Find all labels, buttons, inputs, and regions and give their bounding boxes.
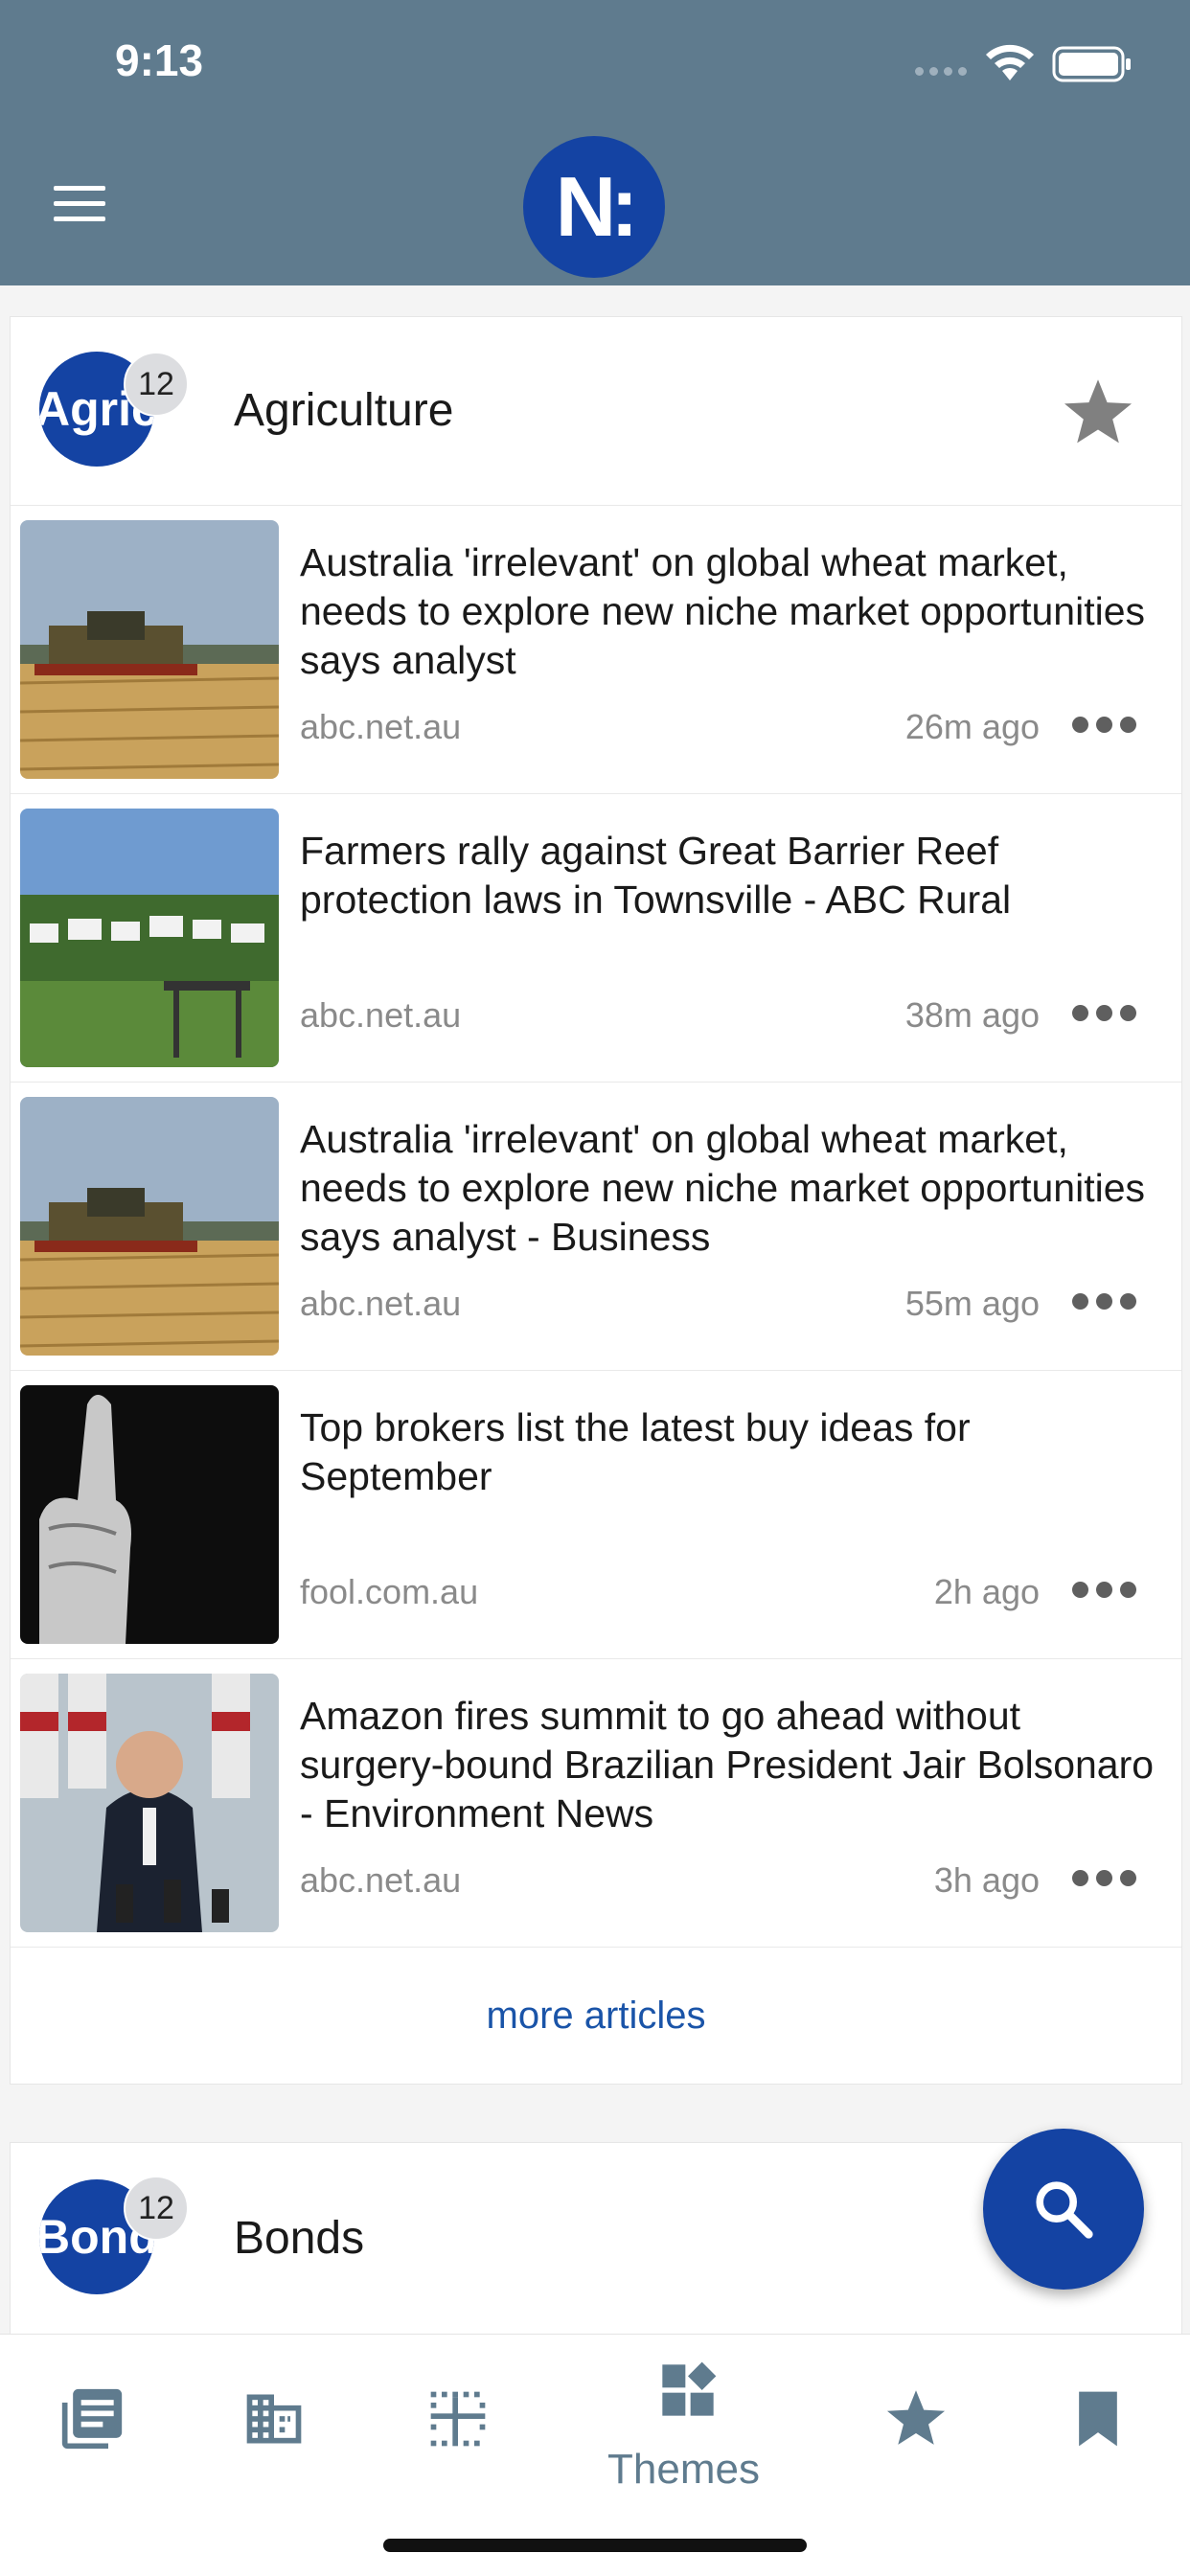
themes-icon[interactable] <box>657 2359 719 2421</box>
article-thumbnail <box>20 520 279 779</box>
more-options-icon[interactable] <box>1072 1005 1136 1021</box>
more-articles-link[interactable]: more articles <box>11 1948 1181 2084</box>
article-time: 2h ago <box>933 1572 1040 1611</box>
article-source: abc.net.au <box>300 707 462 746</box>
tab-themes-label[interactable]: Themes <box>607 2446 760 2494</box>
article-source: abc.net.au <box>300 1284 462 1323</box>
app-logo: N: <box>523 136 665 278</box>
article-source: fool.com.au <box>300 1572 479 1611</box>
more-options-icon[interactable] <box>1072 717 1136 733</box>
category-card-agriculture: Agriculture 12 Agriculture Australia 'ir… <box>10 316 1182 2085</box>
article-source: abc.net.au <box>300 995 462 1035</box>
home-indicator <box>383 2539 807 2552</box>
menu-icon[interactable] <box>54 186 105 224</box>
more-options-icon[interactable] <box>1072 1870 1136 1886</box>
category-title: Agriculture <box>234 385 454 436</box>
article-row[interactable]: Top brokers list the latest buy ideas fo… <box>11 1371 1181 1659</box>
more-options-icon[interactable] <box>1072 1293 1136 1310</box>
article-time: 38m ago <box>904 995 1040 1035</box>
more-options-icon[interactable] <box>1072 1582 1136 1598</box>
logo-text: N: <box>555 159 639 254</box>
article-row[interactable]: Amazon fires summit to go ahead without … <box>11 1659 1181 1948</box>
article-headline: Australia 'irrelevant' on global wheat m… <box>300 540 1146 682</box>
article-time: 55m ago <box>904 1284 1040 1323</box>
article-headline: Farmers rally against Great Barrier Reef… <box>300 829 1012 922</box>
article-source: abc.net.au <box>300 1860 462 1900</box>
companies-icon[interactable] <box>241 2386 307 2451</box>
article-row[interactable]: Australia 'irrelevant' on global wheat m… <box>11 506 1181 794</box>
unread-count-badge: 12 <box>124 2176 189 2241</box>
article-time: 3h ago <box>933 1860 1040 1900</box>
news-feed-icon[interactable] <box>59 2386 125 2451</box>
article-thumbnail <box>20 1097 279 1356</box>
category-title: Bonds <box>234 2213 365 2264</box>
article-headline: Australia 'irrelevant' on global wheat m… <box>300 1117 1146 1259</box>
bookmark-icon[interactable] <box>1065 2386 1131 2451</box>
article-row[interactable]: Farmers rally against Great Barrier Reef… <box>11 794 1181 1083</box>
article-time: 26m ago <box>904 707 1040 746</box>
article-thumbnail <box>20 809 279 1067</box>
signal-icon <box>915 67 967 76</box>
status-time: 9:13 <box>115 35 204 85</box>
article-headline: Top brokers list the latest buy ideas fo… <box>300 1405 971 1498</box>
sectors-icon[interactable] <box>425 2386 491 2451</box>
category-header[interactable]: Agriculture 12 Agriculture <box>11 317 1181 506</box>
article-thumbnail <box>20 1385 279 1644</box>
favorite-star-icon[interactable] <box>1060 376 1136 449</box>
unread-count-badge: 12 <box>124 352 189 417</box>
favorites-star-icon[interactable] <box>883 2386 949 2451</box>
battery-icon <box>1052 46 1131 82</box>
article-row[interactable]: Australia 'irrelevant' on global wheat m… <box>11 1083 1181 1371</box>
search-button[interactable] <box>983 2129 1144 2290</box>
search-icon <box>1036 2181 1093 2239</box>
wifi-icon <box>986 44 1034 80</box>
article-headline: Amazon fires summit to go ahead without … <box>300 1694 1155 1835</box>
article-thumbnail <box>20 1674 279 1932</box>
app-header: 9:13 N: <box>0 0 1190 285</box>
